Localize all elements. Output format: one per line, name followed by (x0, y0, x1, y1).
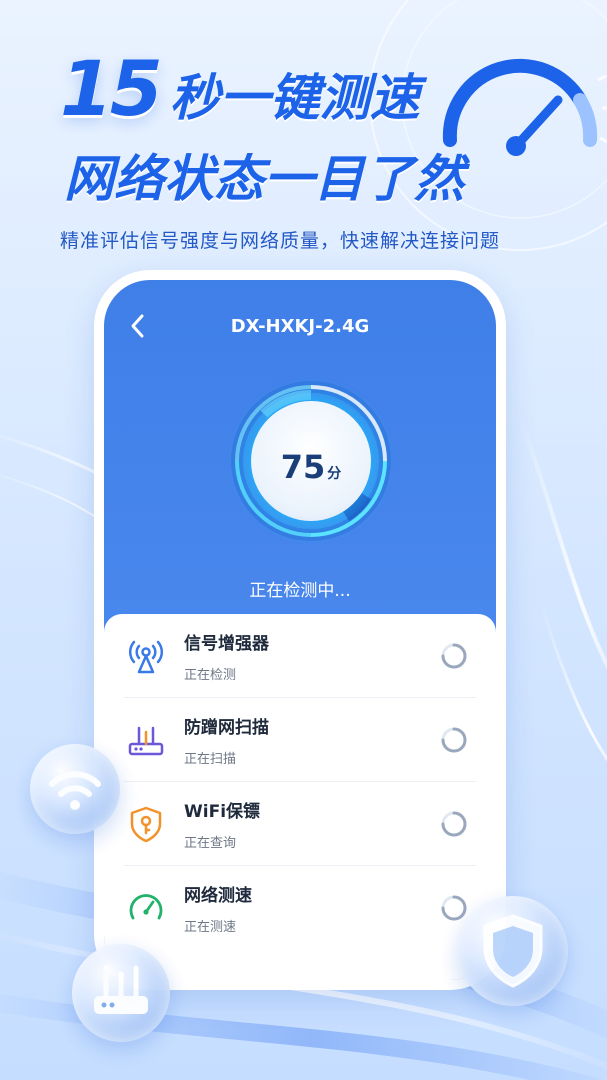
router-icon (94, 965, 148, 1014)
detection-status: 正在检测中... (249, 581, 351, 601)
headline-line2: 网络状态一目了然 (64, 150, 464, 208)
list-item-signal-booster[interactable]: 信号增强器 正在检测 (124, 614, 476, 698)
score: 75 分 (251, 448, 371, 486)
speedometer-icon (129, 894, 163, 920)
list-item-anti-freeloader-scan[interactable]: 防蹭网扫描 正在扫描 (124, 698, 476, 782)
score-unit: 分 (327, 466, 342, 482)
headline-number: 15 (60, 44, 163, 133)
list-item-title: 防蹭网扫描 (184, 717, 269, 738)
shield-icon (483, 914, 543, 988)
shield-key-icon (130, 806, 162, 842)
router-icon (128, 726, 164, 755)
list-item-subtitle: 正在扫描 (184, 751, 237, 767)
list-item-subtitle: 正在查询 (184, 835, 237, 851)
phone-screen: DX-HXKJ-2.4G 75 分 正在检测中... 信号增强器 正在检测 防蹭… (104, 280, 496, 980)
network-name: DX-HXKJ-2.4G (230, 316, 370, 337)
subtitle: 精准评估信号强度与网络质量，快速解决连接问题 (60, 230, 501, 252)
loading-spinner-icon (441, 727, 467, 753)
headline-line1: 秒一键测速 (169, 69, 420, 127)
list-item-title: 网络测速 (184, 886, 252, 906)
loading-spinner-icon (441, 643, 467, 669)
list-item-subtitle: 正在检测 (184, 667, 237, 683)
list-item-title: WiFi保镖 (184, 801, 261, 822)
list-item-speed-test[interactable]: 网络测速 正在测速 (124, 866, 476, 950)
list-item-title: 信号增强器 (184, 633, 269, 654)
list-item-subtitle: 正在测速 (184, 920, 237, 935)
speedometer-decoration-icon (442, 58, 607, 156)
router-bubble (72, 944, 170, 1042)
signal-tower-icon (129, 640, 163, 673)
top-bar: DX-HXKJ-2.4G (104, 310, 496, 350)
phone-frame: DX-HXKJ-2.4G 75 分 正在检测中... 信号增强器 正在检测 防蹭… (94, 270, 506, 990)
loading-spinner-icon (441, 811, 467, 837)
wifi-icon (49, 771, 101, 810)
headline: 15 秒一键测速 网络状态一目了然 (60, 44, 464, 211)
shield-bubble (458, 896, 568, 1006)
list-item-wifi-guard[interactable]: WiFi保镖 正在查询 (124, 782, 476, 866)
check-list: 信号增强器 正在检测 防蹭网扫描 正在扫描 WiFi保镖 正在查询 网络测速 正… (104, 614, 496, 980)
gauge-core: 75 分 (251, 401, 371, 521)
wifi-bubble (30, 744, 120, 834)
score-value: 75 (280, 448, 326, 486)
score-gauge: 75 分 (226, 376, 396, 546)
